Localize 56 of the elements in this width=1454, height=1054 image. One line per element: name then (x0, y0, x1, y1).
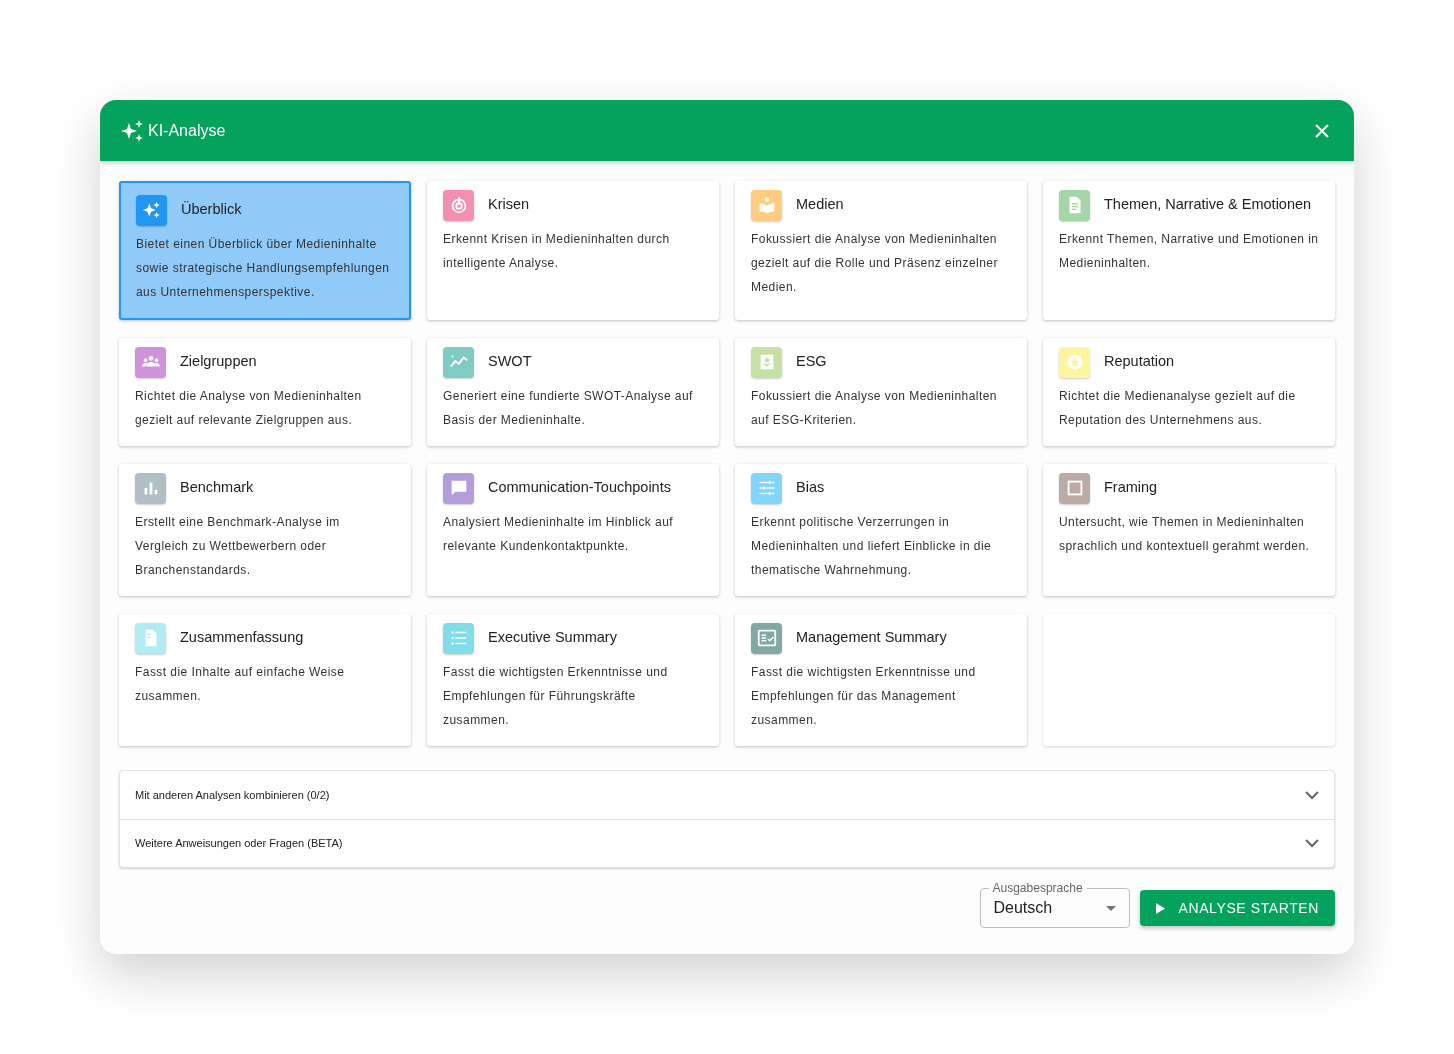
analysis-description: Fokussiert die Analyse von Medieninhalten gezielt auf die Rolle und Präsenz einzelner Medien. (751, 231, 999, 296)
analysis-title: Reputation (1104, 352, 1175, 372)
analysis-title: SWOT (488, 352, 532, 372)
analysis-title: Zusammenfassung (180, 628, 304, 648)
analysis-title: Framing (1104, 478, 1158, 498)
analysis-title: Zielgruppen (180, 352, 257, 372)
analysis-card[interactable]: Zielgruppen Richtet die Analyse von Medieninhalten gezielt auf relevante Zielgruppen aus. (119, 338, 411, 446)
analysis-title: Überblick (181, 200, 242, 220)
analysis-card[interactable]: Bias Erkennt politische Verzerrungen in Medieninhalten und liefert Einblicke in die thematische Wahrnehmung. (735, 464, 1027, 596)
analysis-card[interactable]: Framing Untersucht, wie Themen in Medieninhalten sprachlich und kontextuell gerahmt werden. (1043, 464, 1335, 596)
analysis-title: Krisen (488, 195, 530, 215)
analysis-description: Erkennt Krisen in Medieninhalten durch intelligente Analyse. (443, 231, 671, 272)
accordion-row[interactable]: Weitere Anweisungen oder Fragen (BETA) (120, 819, 1334, 867)
analysis-card[interactable]: Überblick Bietet einen Überblick über Medieninhalte sowie strategische Handlungsempfehlungen aus Unternehmensperspektive. (119, 181, 411, 320)
analysis-card[interactable]: Themen, Narrative & Emotionen Erkennt Themen, Narrative und Emotionen in Medieninhalten. (1043, 181, 1335, 320)
analysis-card[interactable]: Communication-Touchpoints Analysiert Medieninhalte im Hinblick auf relevante Kundenkontaktpunkte. (427, 464, 719, 596)
analysis-description: Generiert eine fundierte SWOT-Analyse auf Basis der Medieninhalte. (443, 388, 694, 429)
close-icon (1314, 122, 1330, 139)
chevron-icon (1305, 790, 1319, 800)
analysis-card[interactable]: Reputation Richtet die Medienanalyse gezielt auf die Reputation des Unternehmens aus. (1043, 338, 1335, 446)
analysis-card[interactable]: Medien Fokussiert die Analyse von Medieninhalten gezielt auf die Rolle und Präsenz einzelner Medien. (735, 181, 1027, 320)
analysis-description: Bietet einen Überblick über Medieninhalte sowie strategische Handlungsempfehlungen aus Unternehmensperspektive. (136, 236, 391, 301)
analysis-description: Fasst die wichtigsten Erkenntnisse und Empfehlungen für Führungskräfte zusammen. (443, 664, 669, 729)
analysis-title: Communication-Touchpoints (488, 478, 671, 498)
play-icon (1155, 902, 1165, 914)
analysis-description: Fokussiert die Analyse von Medieninhalten auf ESG-Kriterien. (751, 388, 998, 429)
analysis-description: Erkennt Themen, Narrative und Emotionen in Medieninhalten. (1059, 231, 1319, 272)
analysis-title: Benchmark (180, 478, 254, 498)
accordion-row[interactable]: Mit anderen Analysen kombinieren (0/2) (120, 771, 1334, 819)
analysis-description: Richtet die Analyse von Medieninhalten gezielt auf relevante Zielgruppen aus. (135, 388, 363, 429)
analysis-title: Management Summary (796, 628, 947, 648)
analysis-card[interactable]: Executive Summary Fasst die wichtigsten Erkenntnisse und Empfehlungen für Führungskräfte zusammen. (427, 614, 719, 746)
analysis-card[interactable]: Benchmark Erstellt eine Benchmark-Analyse im Vergleich zu Wettbewerbern oder Branchenstandards. (119, 464, 411, 596)
chevron-icon (1305, 839, 1319, 848)
dialog-title: KI-Analyse (148, 120, 226, 141)
analysis-card[interactable]: Management Summary Fasst die wichtigsten Erkenntnisse und Empfehlungen für das Management zusammen. (735, 614, 1027, 746)
analysis-title: Bias (796, 478, 825, 498)
analysis-card[interactable]: SWOT Generiert eine fundierte SWOT-Analyse auf Basis der Medieninhalte. (427, 338, 719, 446)
analysis-title: Themen, Narrative & Emotionen (1104, 195, 1312, 215)
analysis-description: Fasst die wichtigsten Erkenntnisse und Empfehlungen für das Management zusammen. (751, 664, 977, 729)
analysis-description: Richtet die Medienanalyse gezielt auf die Reputation des Unternehmens aus. (1059, 388, 1297, 429)
select-label: Ausgabesprache (988, 881, 1087, 895)
analysis-title: Medien (796, 195, 844, 215)
analysis-description: Erkennt politische Verzerrungen in Medieninhalten und liefert Einblicke in die thematische Wahrnehmung. (751, 514, 993, 579)
analysis-card[interactable]: Krisen Erkennt Krisen in Medieninhalten durch intelligente Analyse. (427, 181, 719, 320)
analysis-description: Fasst die Inhalte auf einfache Weise zusammen. (135, 664, 346, 705)
analysis-card[interactable]: Zusammenfassung Fasst die Inhalte auf einfache Weise zusammen. (119, 614, 411, 746)
analysis-title: Executive Summary (488, 628, 617, 648)
analysis-card[interactable]: ESG Fokussiert die Analyse von Medieninhalten auf ESG-Kriterien. (735, 338, 1027, 446)
analysis-description: Analysiert Medieninhalte im Hinblick auf relevante Kundenkontaktpunkte. (443, 514, 675, 555)
sparkle-icon (120, 118, 144, 143)
analysis-description: Erstellt eine Benchmark-Analyse im Vergleich zu Wettbewerbern oder Branchenstandards. (135, 514, 341, 579)
analysis-title: ESG (796, 352, 827, 372)
dropdown-caret-icon (1105, 905, 1116, 911)
select-value: Deutsch (993, 898, 1054, 918)
analysis-description: Untersucht, wie Themen in Medieninhalten sprachlich und kontextuell gerahmt werden. (1059, 514, 1311, 555)
